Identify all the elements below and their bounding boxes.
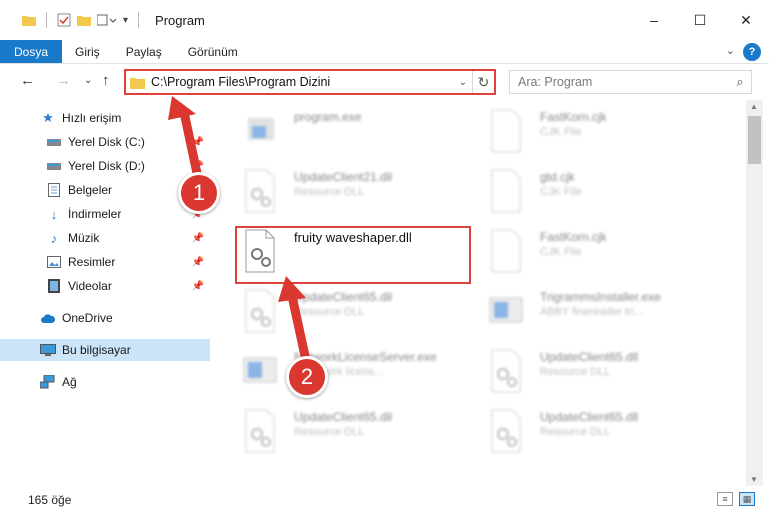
sidebar-item-downloads[interactable]: ↓ İndirmeler 📌: [0, 203, 210, 225]
folder-icon: [130, 77, 145, 89]
file-item[interactable]: NetworkLicenseServer.exe Y network licen…: [234, 344, 474, 400]
blank-file-icon: [491, 229, 521, 273]
executable-icon: [248, 118, 274, 140]
step-badge-2: 2: [286, 356, 328, 398]
search-box[interactable]: Ara: Program ⌕: [509, 70, 752, 94]
item-count: 165 öğe: [28, 492, 72, 507]
sidebar-item-onedrive[interactable]: OneDrive: [0, 307, 210, 329]
forward-arrow-icon[interactable]: →: [56, 72, 71, 89]
window-controls: – ☐ ✕: [631, 0, 769, 40]
navigation-pane: ★ Hızlı erişim Yerel Disk (C:) 📌 Yerel D…: [0, 100, 210, 486]
pin-icon[interactable]: 📌: [192, 233, 204, 244]
tab-view[interactable]: Görünüm: [175, 40, 251, 63]
navigation-bar: ← → ⌄ ↑ C:\Program Files\Program Dizini …: [0, 65, 769, 99]
expand-ribbon-icon[interactable]: ⌄: [726, 44, 735, 57]
help-icon[interactable]: ?: [743, 43, 761, 61]
dll-file-icon: [491, 349, 521, 393]
chevron-down-icon[interactable]: ▾: [123, 15, 128, 26]
scroll-down-icon[interactable]: ▼: [750, 475, 758, 484]
quick-access-toolbar: ▾: [22, 12, 143, 28]
recent-locations-icon[interactable]: ⌄: [84, 75, 92, 86]
view-switcher: ≡ ▦: [717, 492, 755, 506]
dll-file-icon: [245, 169, 275, 213]
blank-file-icon: [491, 109, 521, 153]
up-arrow-icon[interactable]: ↑: [102, 72, 110, 89]
file-item[interactable]: FastKorn.cjk CJK File: [480, 224, 720, 280]
file-item[interactable]: UpdateClient21.dll Resource DLL: [234, 164, 474, 220]
maximize-button[interactable]: ☐: [677, 0, 723, 40]
file-item[interactable]: UpdateClient65.dll Resource DLL: [234, 284, 474, 340]
file-item[interactable]: TrigrammsInstaller.exe ABBY finereader t…: [480, 284, 720, 340]
drive-icon: [46, 134, 62, 150]
sidebar-item-videos[interactable]: Videolar 📌: [0, 275, 210, 297]
address-path: C:\Program Files\Program Dizini: [151, 75, 331, 89]
file-item[interactable]: UpdateClient65.dll Resource DLL: [234, 404, 474, 460]
scroll-thumb[interactable]: [748, 116, 761, 164]
toolbar-separator: [138, 12, 140, 28]
file-item[interactable]: gtd.cjk CJK File: [480, 164, 720, 220]
sidebar-item-local-disk-c[interactable]: Yerel Disk (C:) 📌: [0, 131, 210, 153]
pin-icon[interactable]: 📌: [192, 137, 204, 148]
sidebar-item-this-pc[interactable]: Bu bilgisayar: [0, 339, 210, 361]
properties-icon[interactable]: [57, 13, 71, 27]
toolbar-separator: [46, 12, 47, 28]
drive-icon: [46, 158, 62, 174]
sidebar-item-quick-access[interactable]: ★ Hızlı erişim: [0, 107, 210, 129]
refresh-icon[interactable]: ↻: [472, 71, 494, 93]
download-icon: ↓: [50, 206, 58, 222]
sidebar-item-music[interactable]: ♪ Müzik 📌: [0, 227, 210, 249]
dll-file-icon: [245, 229, 275, 273]
ribbon-tabs: Dosya Giriş Paylaş Görünüm ⌄ ?: [0, 40, 769, 64]
sidebar-item-local-disk-d[interactable]: Yerel Disk (D:) 📌: [0, 155, 210, 177]
scroll-up-icon[interactable]: ▲: [750, 102, 758, 111]
star-icon: ★: [42, 110, 54, 125]
dll-file-icon: [245, 409, 275, 453]
minimize-button[interactable]: –: [631, 0, 677, 40]
explorer-window: ▾ Program – ☐ ✕ Dosya Giriş Paylaş Görün…: [0, 0, 769, 525]
address-dropdown-icon[interactable]: ⌄: [454, 77, 472, 88]
file-item[interactable]: program.exe: [234, 104, 474, 160]
customize-toolbar-icon[interactable]: [97, 14, 117, 26]
back-arrow-icon[interactable]: ←: [20, 72, 35, 89]
details-view-icon[interactable]: ≡: [717, 492, 733, 506]
installer-icon: [489, 297, 523, 323]
window-title: Program: [155, 12, 205, 28]
pin-icon[interactable]: 📌: [192, 281, 204, 292]
search-input[interactable]: Ara: Program: [518, 75, 729, 89]
cloud-icon: [40, 310, 56, 326]
computer-icon: [40, 342, 56, 358]
executable-icon: [243, 357, 277, 383]
file-item[interactable]: UpdateClient65.dll Resource DLL: [480, 344, 720, 400]
new-folder-icon[interactable]: [77, 14, 91, 26]
tab-share[interactable]: Paylaş: [113, 40, 175, 63]
network-icon: [40, 374, 56, 390]
file-list: program.exe FastKorn.cjk CJK File Update…: [212, 100, 746, 486]
pin-icon[interactable]: 📌: [192, 257, 204, 268]
file-item[interactable]: FastKorn.cjk CJK File: [480, 104, 720, 160]
folder-icon: [22, 16, 36, 26]
large-icons-view-icon[interactable]: ▦: [739, 492, 755, 506]
blank-file-icon: [491, 169, 521, 213]
vertical-scrollbar[interactable]: ▲ ▼: [746, 100, 763, 486]
sidebar-item-pictures[interactable]: Resimler 📌: [0, 251, 210, 273]
sidebar-item-network[interactable]: Ağ: [0, 371, 210, 393]
close-button[interactable]: ✕: [723, 0, 769, 40]
file-item[interactable]: UpdateClient65.dll Resource DLL: [480, 404, 720, 460]
search-icon[interactable]: ⌕: [729, 74, 751, 90]
file-item-highlighted[interactable]: fruity waveshaper.dll: [234, 224, 474, 280]
title-bar: ▾ Program – ☐ ✕: [0, 0, 769, 40]
tab-home[interactable]: Giriş: [62, 40, 113, 63]
music-icon: ♪: [50, 230, 58, 246]
dll-file-icon: [245, 289, 275, 333]
pin-icon[interactable]: 📌: [192, 161, 204, 172]
status-bar: 165 öğe ≡ ▦: [0, 487, 769, 512]
dll-file-icon: [491, 409, 521, 453]
video-icon: [46, 278, 62, 294]
address-bar[interactable]: C:\Program Files\Program Dizini ⌄ ↻: [124, 69, 496, 95]
document-icon: [46, 182, 62, 198]
step-badge-1: 1: [178, 172, 220, 214]
picture-icon: [46, 254, 62, 270]
tab-file[interactable]: Dosya: [0, 40, 63, 63]
